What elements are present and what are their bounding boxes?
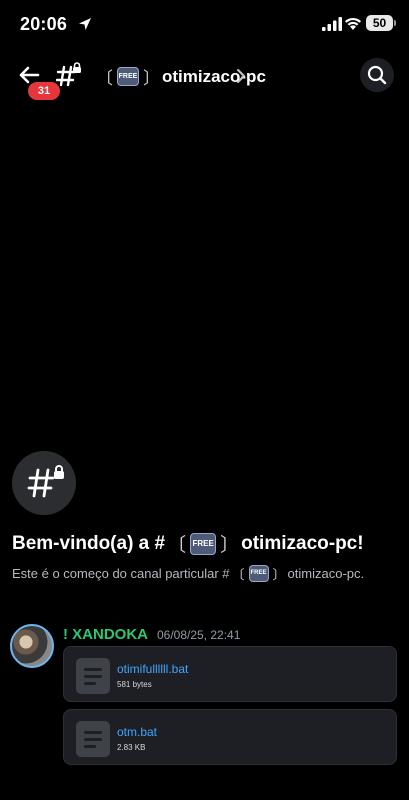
file-attachment[interactable]: otimifullllll.bat 581 bytes: [63, 646, 397, 702]
free-tag: FREE: [248, 565, 269, 582]
search-icon: [367, 65, 387, 85]
free-tag: FREE: [190, 532, 217, 555]
welcome-title-bracket-close: 〕: [220, 535, 240, 556]
title-bracket-close: 〕: [143, 69, 160, 88]
status-time: 20:06: [20, 14, 68, 34]
free-tag: FREE: [117, 67, 139, 86]
channel-welcome-icon: [12, 451, 76, 515]
message-timestamp: 06/08/25, 22:41: [157, 628, 241, 642]
battery-indicator: 50: [366, 15, 396, 31]
signal-icon: [322, 17, 342, 31]
message-author[interactable]: ! XANDOKA: [63, 626, 148, 643]
welcome-subtitle-prefix: Este é o começo do canal particular #: [12, 566, 230, 581]
channel-header: 31 〔 FREE 〕 otimizaco-pc: [0, 56, 409, 102]
welcome-title-bracket-open: 〔: [167, 535, 187, 556]
channel-name: otimizaco-pc: [162, 66, 266, 86]
message-header: ! XANDOKA 06/08/25, 22:41: [63, 626, 240, 643]
search-button[interactable]: [360, 58, 394, 92]
welcome-title-channel: otimizaco-pc!: [241, 532, 364, 554]
file-icon: [76, 721, 110, 757]
locked-hash-icon: [27, 465, 64, 498]
welcome-subtitle-bracket-close: 〕: [272, 567, 286, 582]
locked-hash-icon: [56, 62, 81, 87]
welcome-subtitle-channel: otimizaco-pc.: [287, 566, 365, 581]
chevron-right-icon[interactable]: [236, 68, 246, 84]
title-bracket-open: 〔: [96, 69, 113, 88]
file-size: 2.83 KB: [117, 743, 146, 752]
status-bar: 20:06 50: [0, 0, 409, 48]
file-attachment[interactable]: otm.bat 2.83 KB: [63, 709, 397, 765]
welcome-subtitle: Este é o começo do canal particular # 〔 …: [12, 564, 364, 583]
file-size: 581 bytes: [117, 680, 152, 689]
chat-screen: 20:06 50 31 〔 FREE 〕 otimizaco-pc Bem-vi…: [0, 0, 409, 800]
file-name[interactable]: otm.bat: [117, 725, 157, 739]
welcome-title-prefix: Bem-vindo(a) a #: [12, 532, 166, 554]
location-arrow-icon: [79, 18, 91, 30]
file-name[interactable]: otimifullllll.bat: [117, 662, 188, 676]
welcome-subtitle-bracket-open: 〔: [231, 567, 245, 582]
avatar[interactable]: [10, 624, 54, 668]
wifi-icon: [345, 17, 361, 30]
welcome-title: Bem-vindo(a) a # 〔 FREE 〕 otimizaco-pc!: [12, 530, 364, 557]
file-icon: [76, 658, 110, 694]
